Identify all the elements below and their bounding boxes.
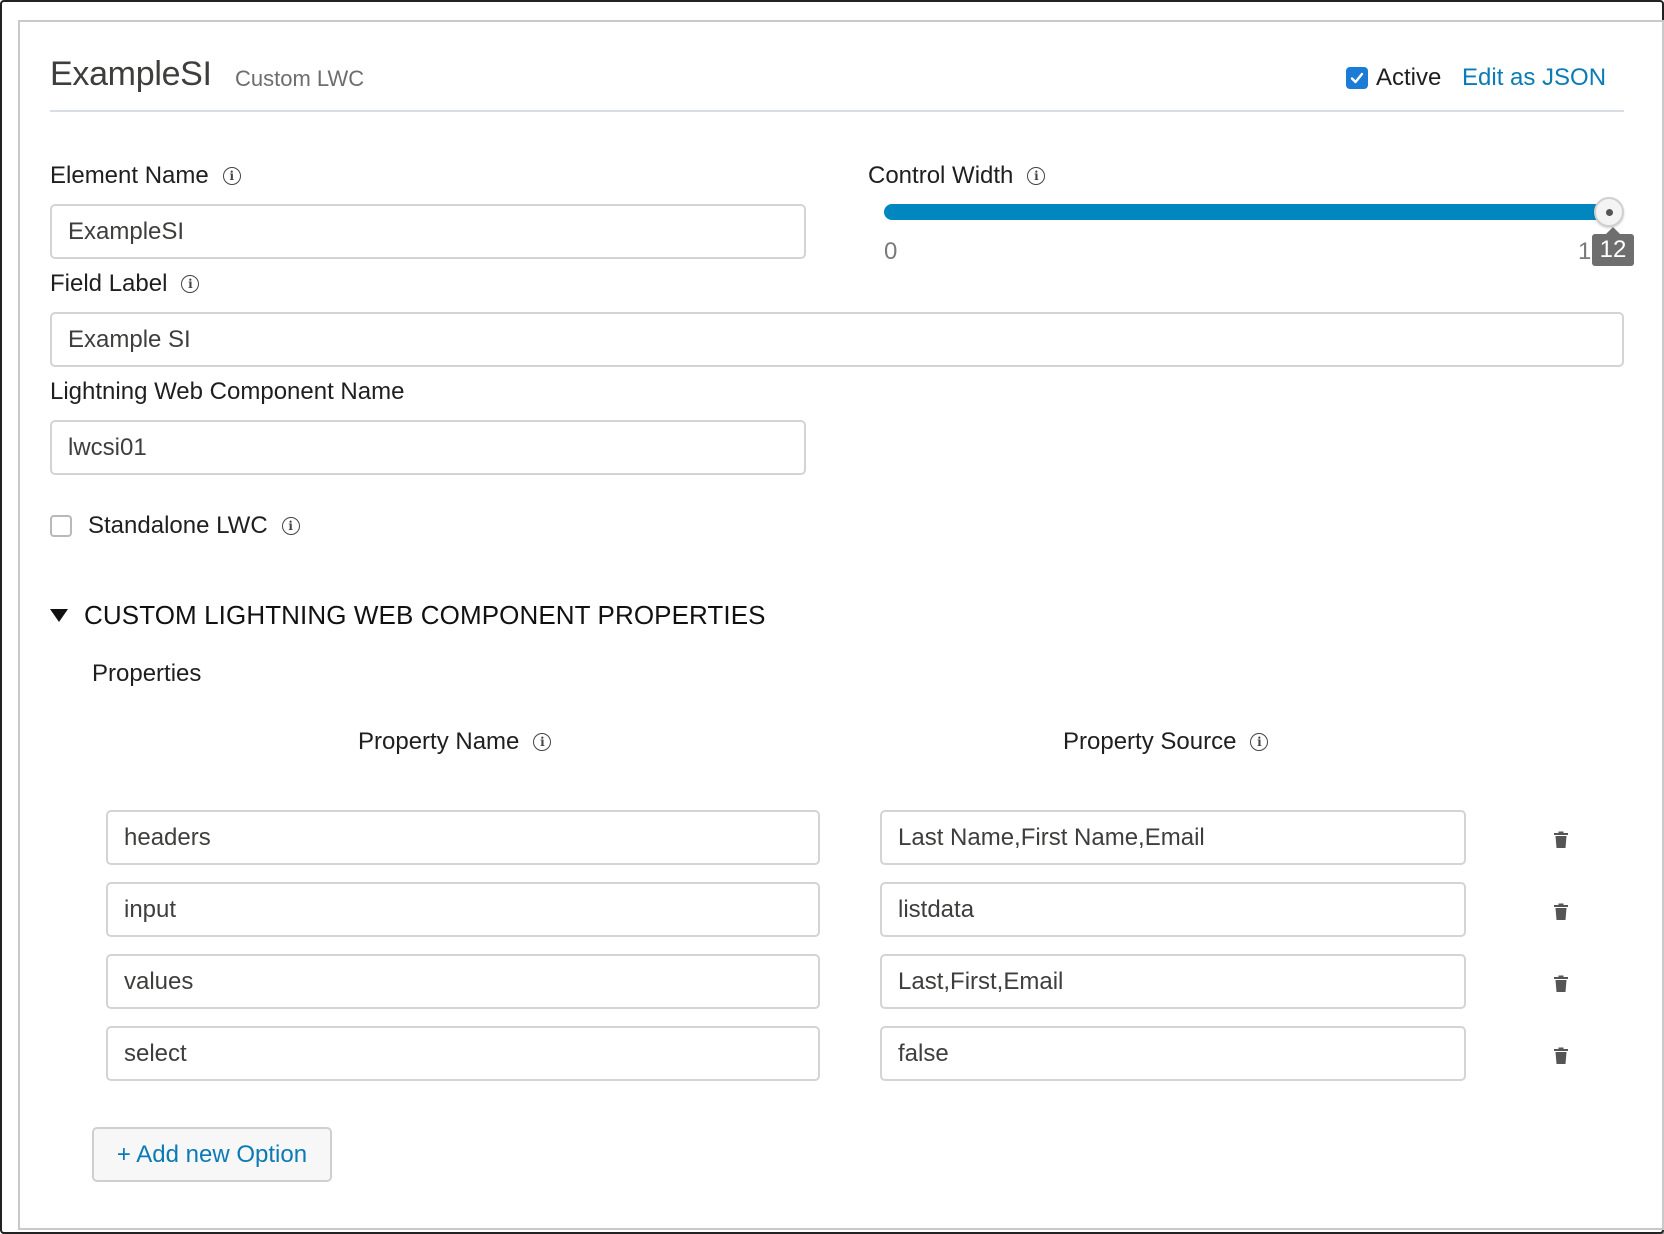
property-name-input[interactable] [106, 1026, 820, 1081]
standalone-lwc-toggle[interactable]: Standalone LWC i [50, 512, 300, 540]
property-source-input[interactable] [880, 954, 1466, 1009]
element-name-input[interactable] [50, 204, 806, 259]
slider-min-label: 0 [884, 238, 898, 265]
control-width-slider-track[interactable] [884, 204, 1610, 220]
add-new-option-button[interactable]: + Add new Option [92, 1127, 332, 1182]
info-icon[interactable]: i [222, 167, 241, 185]
lwc-name-label: Lightning Web Component Name [50, 378, 404, 406]
caret-down-icon [50, 609, 68, 622]
control-width-label-text: Control Width [868, 162, 1014, 189]
property-name-header: Property Name i [358, 728, 552, 756]
active-label: Active [1376, 64, 1442, 91]
properties-label: Properties [92, 660, 202, 687]
info-icon[interactable]: i [1250, 733, 1269, 751]
control-width-label: Control Width i [868, 162, 1046, 190]
info-icon[interactable]: i [181, 275, 200, 293]
trash-icon[interactable] [1550, 829, 1572, 851]
slider-thumb-dot [1605, 208, 1613, 216]
property-name-input[interactable] [106, 882, 820, 937]
property-source-input[interactable] [880, 882, 1466, 937]
active-checkbox[interactable] [1346, 67, 1368, 89]
info-icon[interactable]: i [1027, 167, 1046, 185]
standalone-lwc-checkbox[interactable] [50, 515, 72, 537]
page-subtitle: Custom LWC [235, 66, 365, 91]
section-title: CUSTOM LIGHTNING WEB COMPONENT PROPERTIE… [84, 600, 766, 630]
slider-max-label: 1 [1578, 238, 1592, 265]
control-width-slider-thumb[interactable] [1594, 197, 1624, 227]
field-label-label: Field Label i [50, 270, 200, 298]
field-label-label-text: Field Label [50, 270, 168, 297]
trash-icon[interactable] [1550, 973, 1572, 995]
lwc-name-label-text: Lightning Web Component Name [50, 378, 405, 405]
field-label-input[interactable] [50, 312, 1624, 367]
lwc-name-input[interactable] [50, 420, 806, 475]
active-toggle[interactable]: Active [1346, 64, 1441, 92]
page-title: ExampleSI [50, 55, 212, 93]
info-icon[interactable]: i [281, 517, 300, 535]
property-name-input[interactable] [106, 810, 820, 865]
custom-lwc-properties-section-toggle[interactable]: CUSTOM LIGHTNING WEB COMPONENT PROPERTIE… [50, 600, 766, 631]
slider-value-tooltip: 12 [1592, 227, 1634, 266]
edit-as-json-link[interactable]: Edit as JSON [1462, 64, 1606, 92]
checkmark-icon [1350, 72, 1364, 84]
property-source-header-text: Property Source [1063, 728, 1237, 755]
info-icon[interactable]: i [533, 733, 552, 751]
element-name-label: Element Name i [50, 162, 241, 190]
standalone-lwc-label: Standalone LWC i [88, 512, 300, 540]
standalone-lwc-label-text: Standalone LWC [88, 512, 268, 539]
property-name-input[interactable] [106, 954, 820, 1009]
header-divider [50, 110, 1624, 112]
trash-icon[interactable] [1550, 901, 1572, 923]
trash-icon[interactable] [1550, 1045, 1572, 1067]
property-source-header: Property Source i [1063, 728, 1269, 756]
property-source-input[interactable] [880, 1026, 1466, 1081]
property-name-header-text: Property Name [358, 728, 520, 755]
property-source-input[interactable] [880, 810, 1466, 865]
element-name-label-text: Element Name [50, 162, 209, 189]
